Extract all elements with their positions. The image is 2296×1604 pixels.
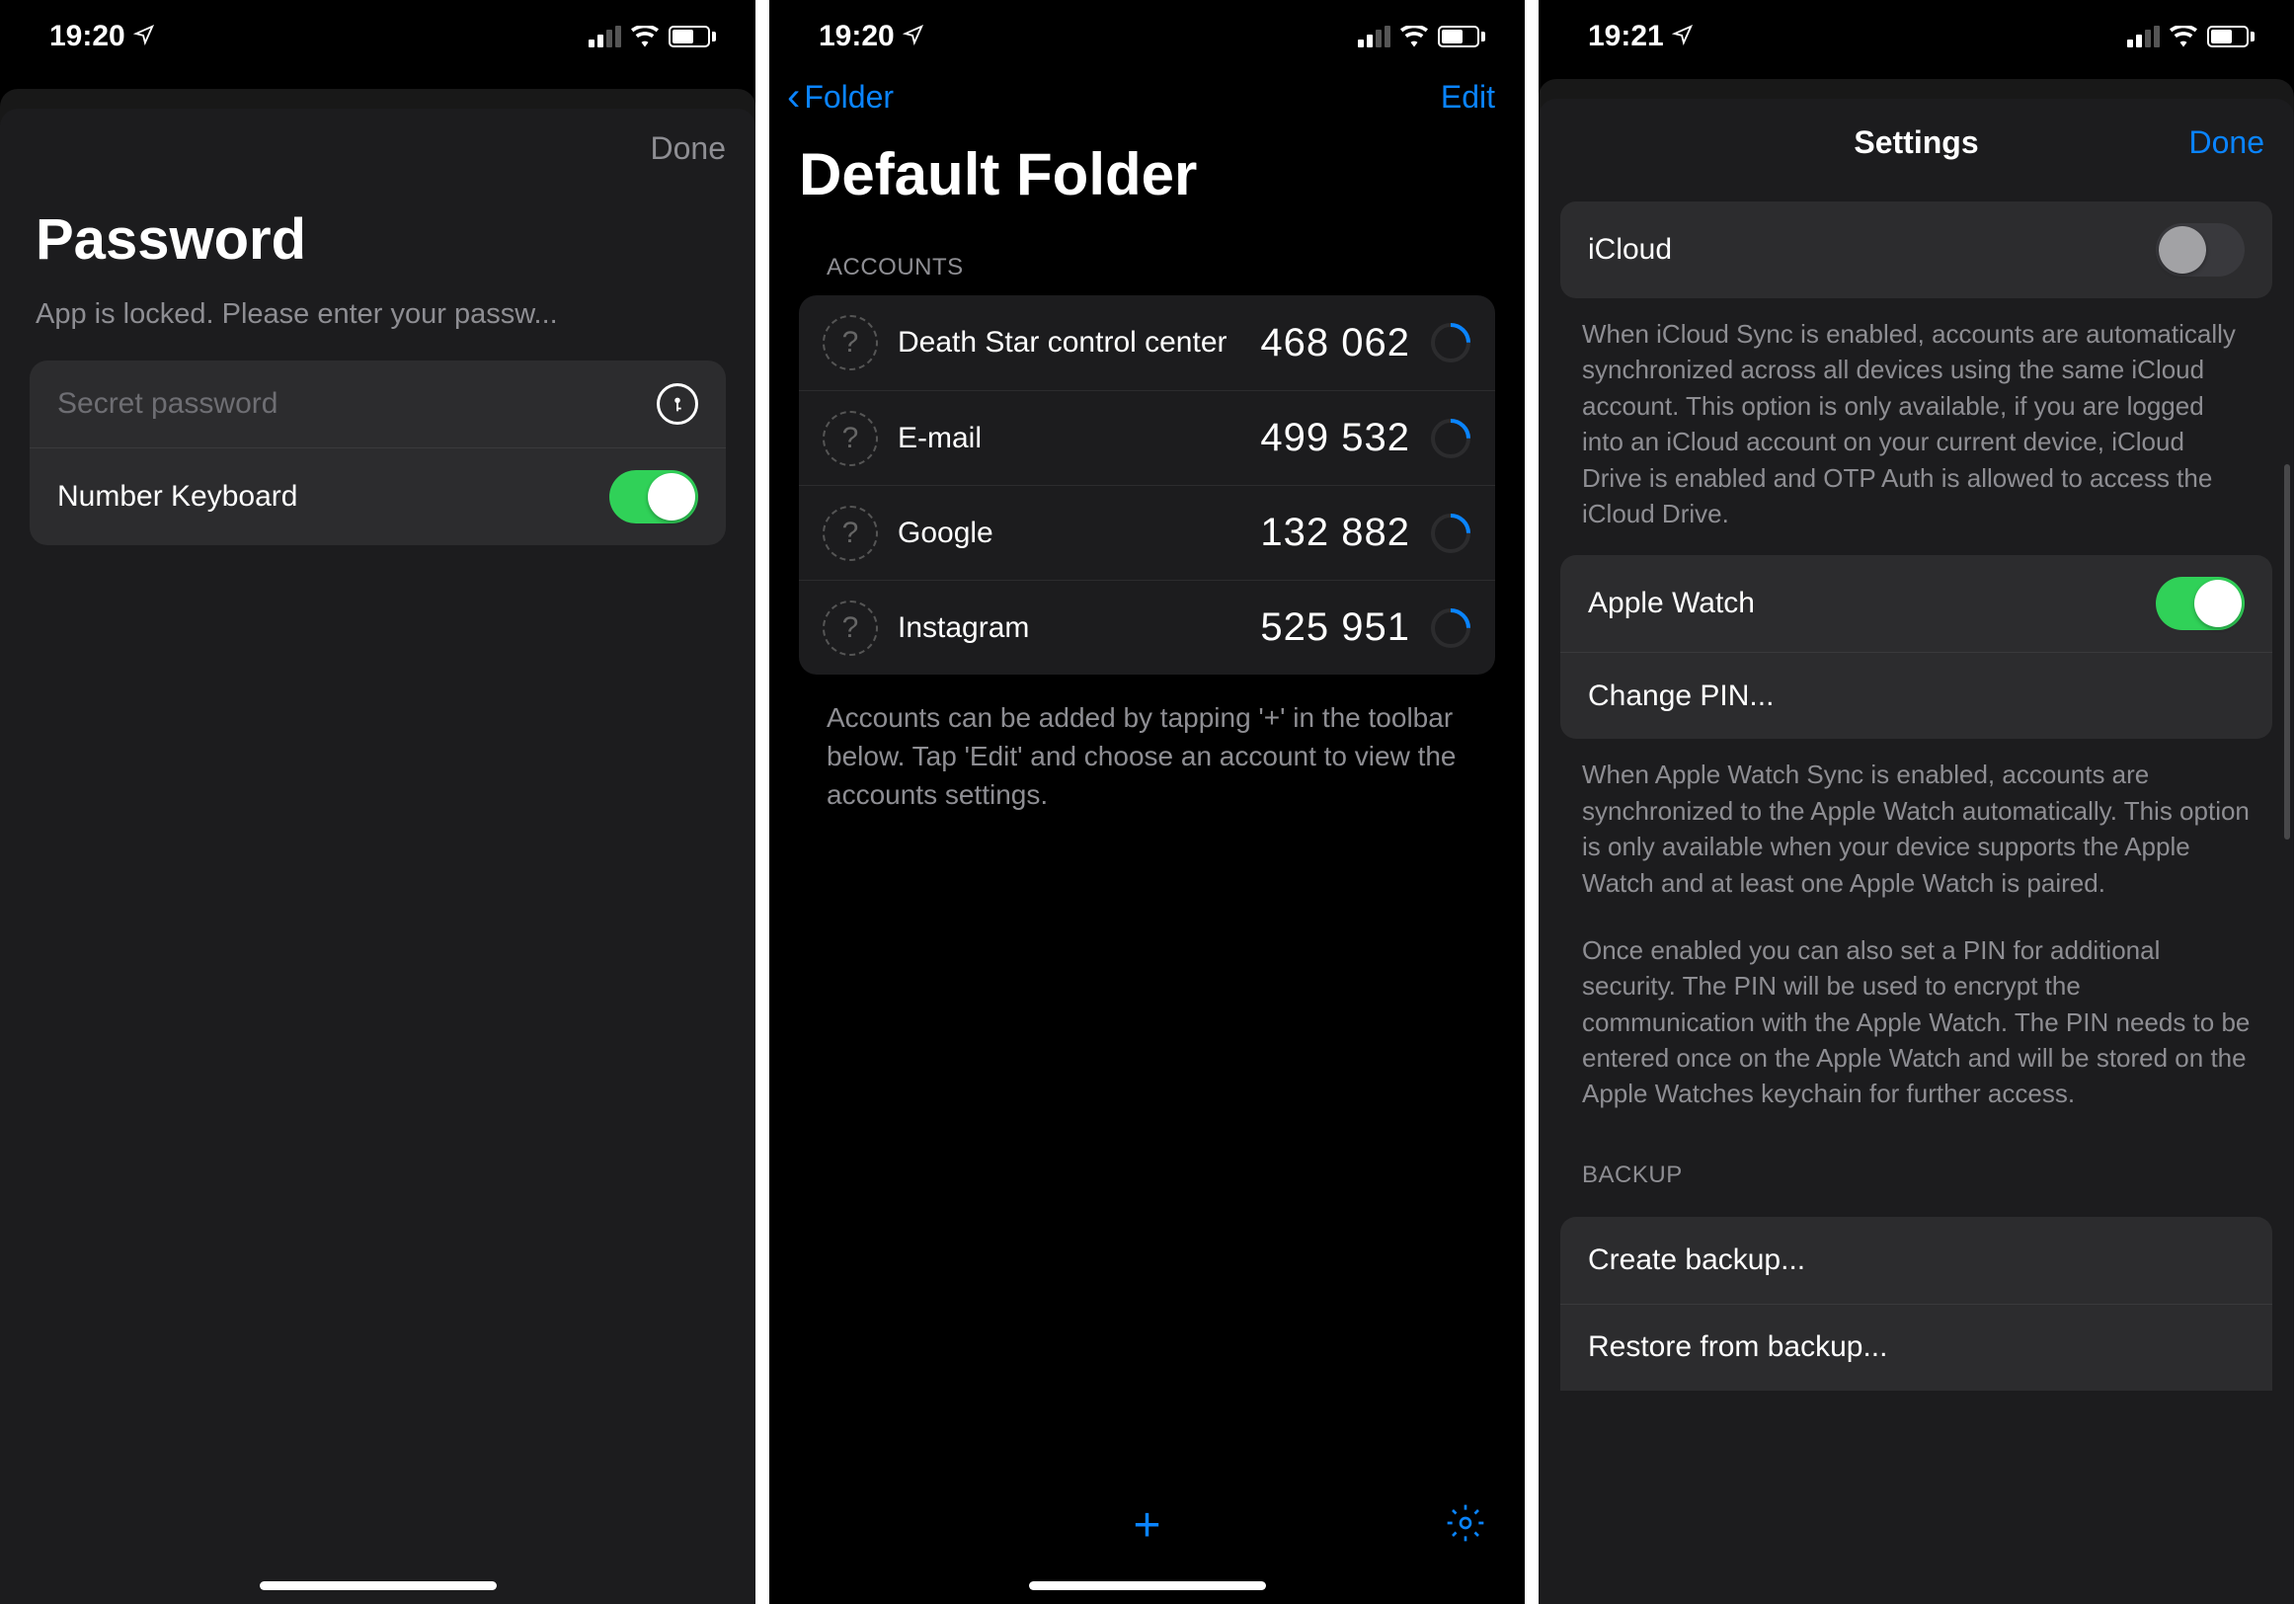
timer-ring-icon	[1430, 418, 1471, 459]
number-keyboard-label: Number Keyboard	[57, 480, 297, 514]
password-screen: 19:20 Done Password App is locked. Pleas…	[0, 0, 755, 1604]
key-icon[interactable]	[657, 383, 698, 425]
page-title: Default Folder	[769, 124, 1525, 236]
status-time: 19:20	[819, 20, 895, 53]
home-indicator[interactable]	[260, 1581, 497, 1590]
watch-description-1: When Apple Watch Sync is enabled, accoun…	[1539, 739, 2294, 911]
settings-sheet: Settings Done iCloud When iCloud Sync is…	[1539, 99, 2294, 1604]
account-code: 132 882	[1260, 511, 1410, 555]
back-button[interactable]: ‹ Folder	[787, 77, 894, 117]
back-label: Folder	[804, 79, 894, 116]
signal-icon	[1358, 26, 1390, 47]
wifi-icon	[631, 26, 659, 47]
timer-ring-icon	[1430, 607, 1471, 649]
account-icon: ?	[823, 601, 878, 656]
account-name: E-mail	[898, 420, 1240, 457]
battery-icon	[669, 26, 716, 47]
password-form: Number Keyboard	[30, 361, 726, 545]
account-code: 525 951	[1260, 605, 1410, 650]
signal-icon	[589, 26, 621, 47]
account-name: Instagram	[898, 609, 1240, 647]
toolbar: +	[769, 1485, 1525, 1564]
apple-watch-label: Apple Watch	[1588, 587, 1755, 620]
account-icon: ?	[823, 315, 878, 370]
number-keyboard-toggle[interactable]	[609, 470, 698, 523]
account-row[interactable]: ? Death Star control center 468 062	[799, 295, 1495, 390]
add-button[interactable]: +	[1133, 1498, 1160, 1553]
scroll-indicator[interactable]	[2284, 464, 2290, 840]
nav-bar: ‹ Folder Edit	[769, 63, 1525, 124]
account-name: Death Star control center	[898, 324, 1240, 361]
icloud-row: iCloud	[1560, 201, 2272, 298]
chevron-left-icon: ‹	[787, 77, 800, 117]
status-bar: 19:21	[1539, 0, 2294, 63]
backup-section-header: BACKUP	[1539, 1122, 2294, 1203]
status-time: 19:20	[49, 20, 125, 53]
location-icon	[133, 20, 155, 53]
create-backup-row[interactable]: Create backup...	[1560, 1217, 2272, 1304]
settings-content[interactable]: iCloud When iCloud Sync is enabled, acco…	[1539, 188, 2294, 1604]
battery-icon	[1438, 26, 1485, 47]
icloud-label: iCloud	[1588, 233, 1672, 267]
settings-button[interactable]	[1446, 1503, 1485, 1548]
restore-backup-row[interactable]: Restore from backup...	[1560, 1304, 2272, 1391]
account-icon: ?	[823, 506, 878, 561]
password-sheet: Done Password App is locked. Please ente…	[0, 109, 755, 1604]
battery-icon	[2207, 26, 2255, 47]
create-backup-label: Create backup...	[1588, 1243, 1805, 1277]
change-pin-row[interactable]: Change PIN...	[1560, 652, 2272, 739]
change-pin-label: Change PIN...	[1588, 680, 1774, 713]
account-icon: ?	[823, 411, 878, 466]
wifi-icon	[1400, 26, 1428, 47]
status-bar: 19:20	[769, 0, 1525, 63]
settings-title: Settings	[1854, 124, 1978, 161]
password-input[interactable]	[57, 387, 657, 421]
signal-icon	[2127, 26, 2160, 47]
watch-description-2: Once enabled you can also set a PIN for …	[1539, 911, 2294, 1122]
timer-ring-icon	[1430, 322, 1471, 363]
timer-ring-icon	[1430, 513, 1471, 554]
wifi-icon	[2170, 26, 2197, 47]
settings-screen: 19:21 Settings Done iCloud Whe	[1539, 0, 2294, 1604]
status-time: 19:21	[1588, 20, 1664, 53]
apple-watch-row: Apple Watch	[1560, 555, 2272, 652]
folder-screen: 19:20 ‹ Folder Edit Default Folder ACCOU…	[769, 0, 1525, 1604]
page-title: Password	[0, 177, 755, 290]
done-button[interactable]: Done	[2189, 124, 2265, 161]
account-row[interactable]: ? E-mail 499 532	[799, 390, 1495, 485]
location-icon	[903, 20, 924, 53]
location-icon	[1672, 20, 1694, 53]
edit-button[interactable]: Edit	[1441, 79, 1495, 116]
accounts-section-header: ACCOUNTS	[769, 236, 1525, 295]
account-code: 468 062	[1260, 321, 1410, 365]
accounts-footer-text: Accounts can be added by tapping '+' in …	[769, 675, 1525, 839]
icloud-toggle[interactable]	[2156, 223, 2245, 277]
account-name: Google	[898, 515, 1240, 552]
accounts-list: ? Death Star control center 468 062 ? E-…	[799, 295, 1495, 675]
account-row[interactable]: ? Instagram 525 951	[799, 580, 1495, 675]
home-indicator[interactable]	[1029, 1581, 1266, 1590]
status-bar: 19:20	[0, 0, 755, 63]
account-row[interactable]: ? Google 132 882	[799, 485, 1495, 580]
settings-header: Settings Done	[1539, 99, 2294, 181]
icloud-description: When iCloud Sync is enabled, accounts ar…	[1539, 298, 2294, 541]
restore-backup-label: Restore from backup...	[1588, 1330, 1887, 1364]
apple-watch-toggle[interactable]	[2156, 577, 2245, 630]
account-code: 499 532	[1260, 416, 1410, 460]
done-button[interactable]: Done	[651, 130, 727, 167]
page-subtitle: App is locked. Please enter your passw..…	[0, 290, 755, 361]
